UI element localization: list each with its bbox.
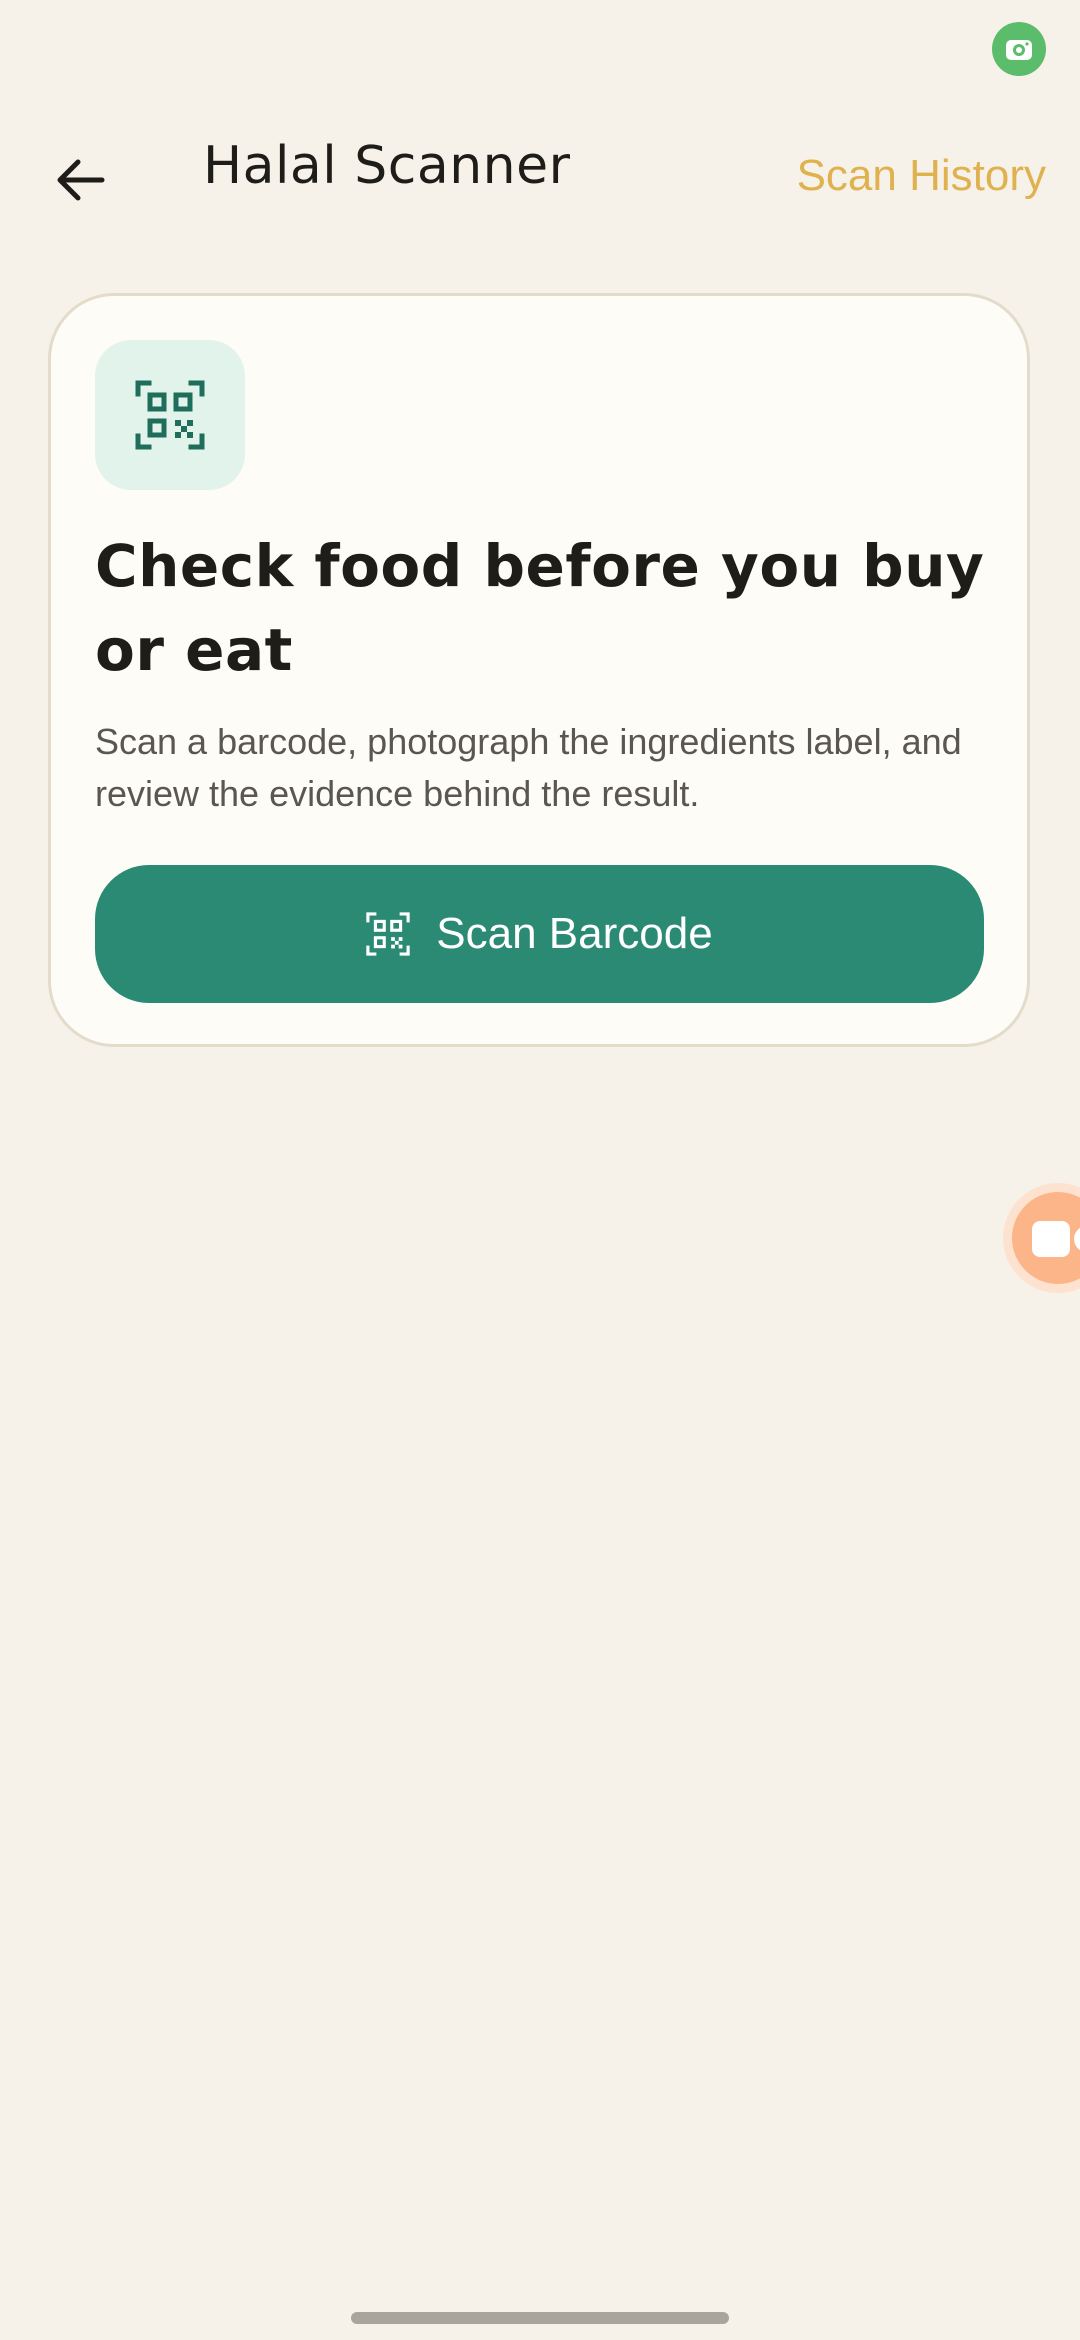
scan-barcode-button[interactable]: Scan Barcode bbox=[95, 865, 984, 1003]
floating-assistant-button[interactable] bbox=[1012, 1192, 1080, 1284]
chat-bubble-icon bbox=[1032, 1221, 1070, 1257]
scan-barcode-label: Scan Barcode bbox=[436, 909, 713, 958]
arrow-left-icon bbox=[57, 159, 105, 201]
card-heading: Check food before you buy or eat bbox=[95, 532, 985, 684]
camera-indicator bbox=[992, 22, 1046, 76]
scan-intro-card: Check food before you buy or eat Scan a … bbox=[48, 293, 1030, 1047]
page-title: Halal Scanner bbox=[203, 136, 571, 196]
camera-icon bbox=[1006, 40, 1032, 60]
home-indicator[interactable] bbox=[351, 2312, 729, 2324]
qr-icon-tile bbox=[95, 340, 245, 490]
qr-code-icon bbox=[366, 912, 410, 956]
qr-code-icon bbox=[135, 380, 205, 450]
back-button[interactable] bbox=[40, 140, 120, 220]
scan-history-button[interactable]: Scan History bbox=[797, 151, 1046, 201]
chat-bubble-icon-part bbox=[1074, 1225, 1080, 1253]
card-description: Scan a barcode, photograph the ingredien… bbox=[95, 721, 962, 814]
